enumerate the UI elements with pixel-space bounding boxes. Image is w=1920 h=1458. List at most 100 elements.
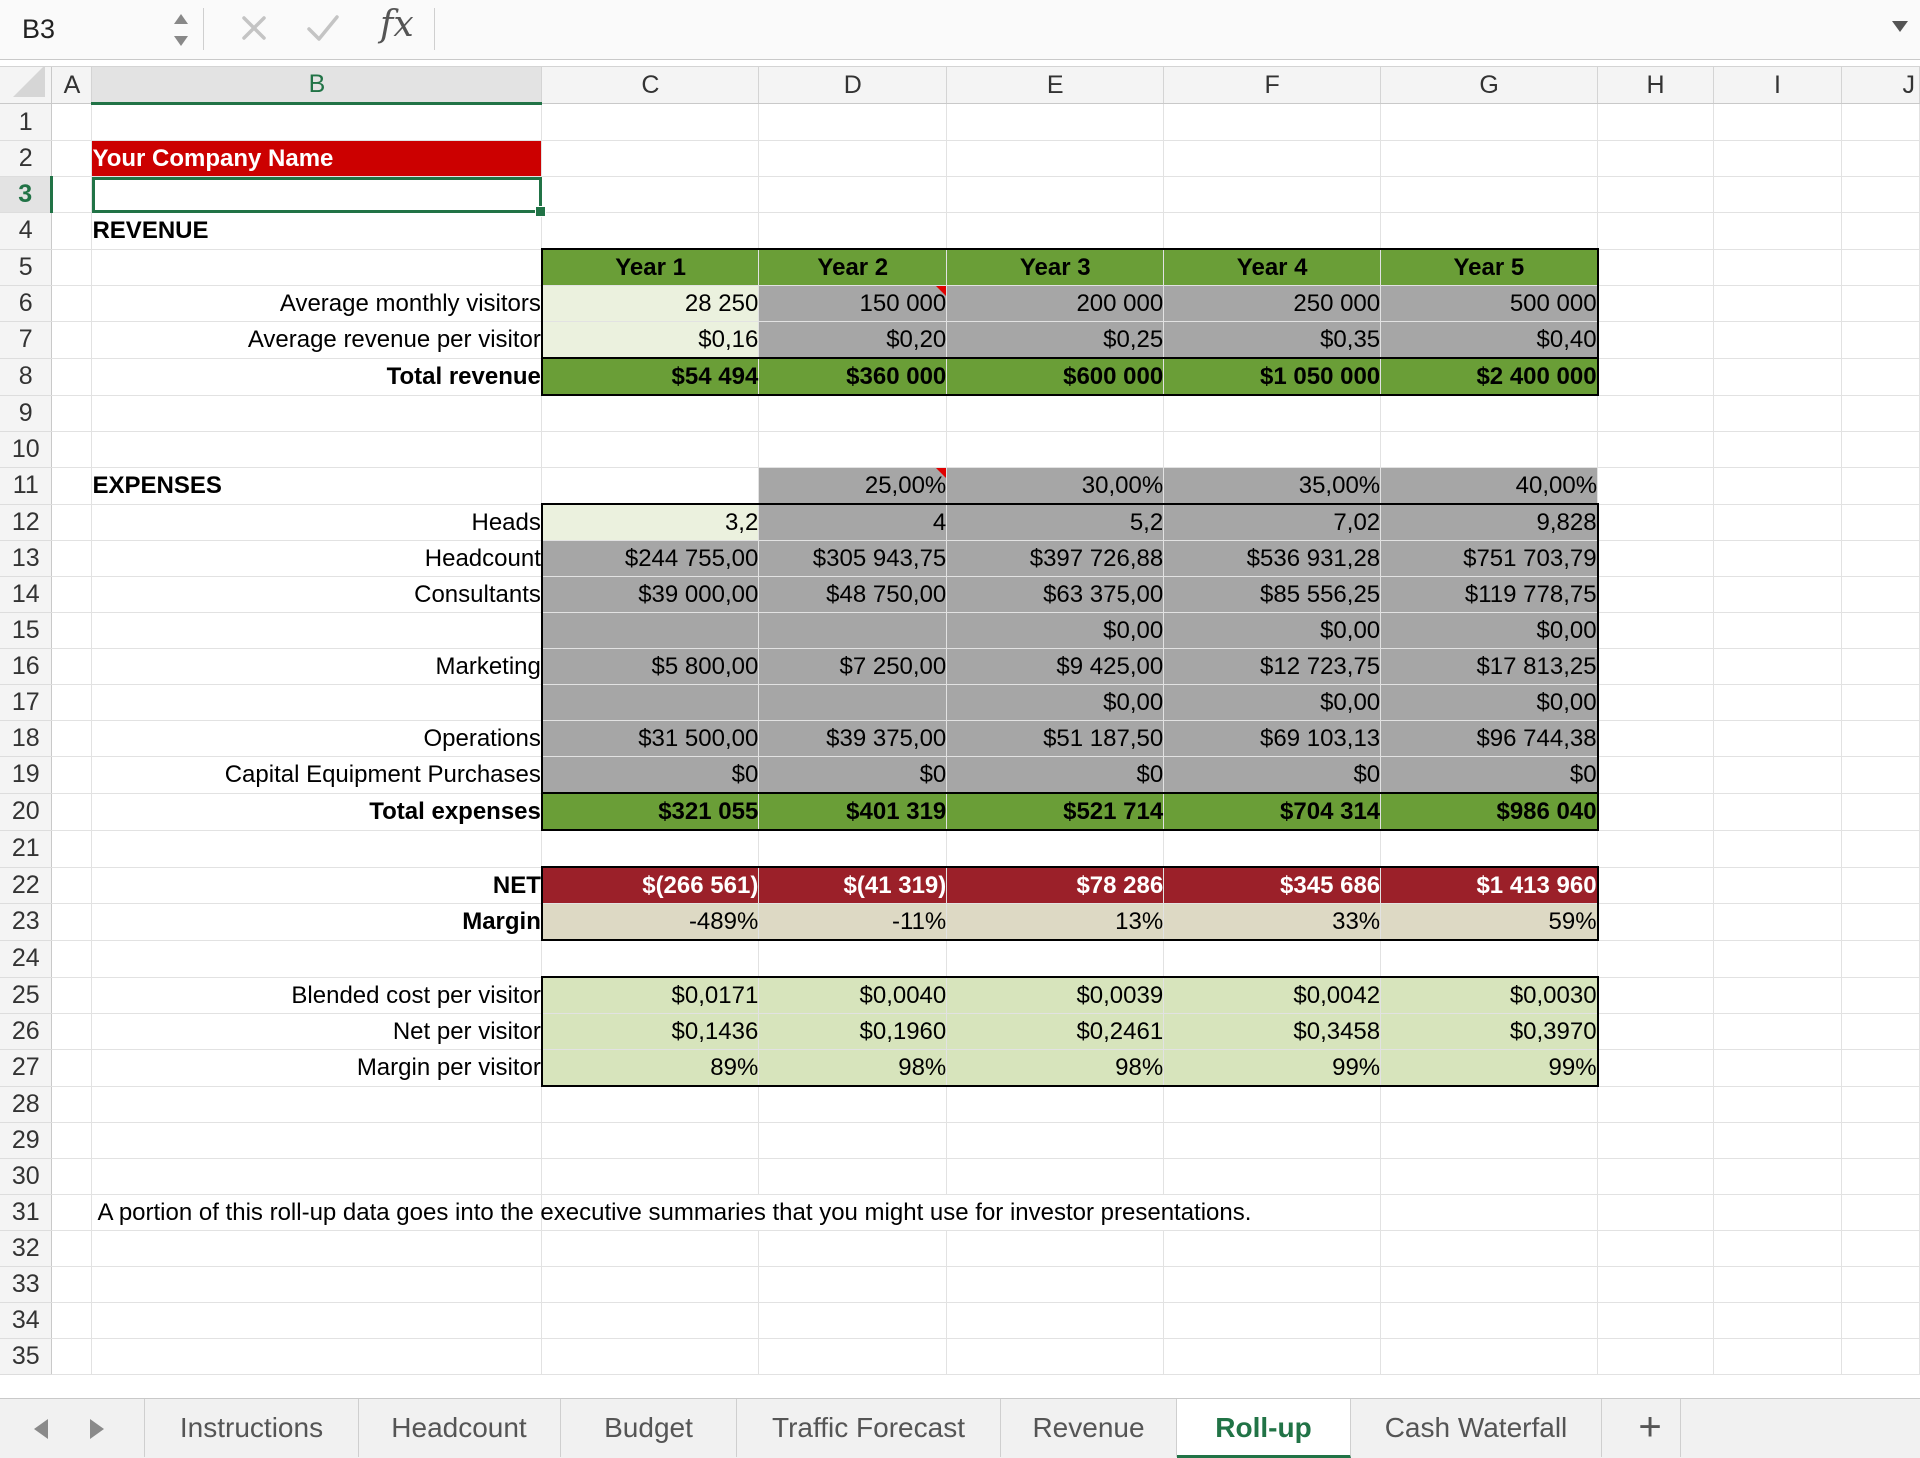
tab-instructions[interactable]: Instructions: [144, 1399, 359, 1457]
value-cell[interactable]: $39 375,00: [758, 720, 948, 757]
cell[interactable]: [51, 1194, 93, 1231]
cell[interactable]: [1380, 431, 1599, 468]
cell[interactable]: [1713, 285, 1842, 322]
cell[interactable]: [1163, 1302, 1382, 1339]
value-cell[interactable]: 98%: [946, 1049, 1165, 1087]
cell[interactable]: [758, 1122, 948, 1159]
cell[interactable]: [1841, 684, 1920, 721]
cell[interactable]: [1713, 249, 1842, 286]
cell[interactable]: [1713, 720, 1842, 757]
value-cell[interactable]: [758, 684, 948, 721]
cell[interactable]: [1841, 285, 1920, 322]
cell[interactable]: [1841, 540, 1920, 577]
scroll-tabs-left-icon[interactable]: [30, 1417, 52, 1441]
cell[interactable]: [1841, 504, 1920, 541]
cell[interactable]: [51, 756, 93, 794]
cell[interactable]: [1841, 1302, 1920, 1339]
chevron-down-icon[interactable]: [1890, 16, 1910, 36]
cell[interactable]: [1597, 720, 1715, 757]
cell[interactable]: [1713, 576, 1842, 613]
value-cell[interactable]: 89%: [540, 1049, 760, 1087]
row-header[interactable]: 32: [0, 1230, 53, 1267]
cell[interactable]: [1841, 867, 1920, 904]
cell[interactable]: [541, 1122, 760, 1159]
cell[interactable]: [1597, 1230, 1715, 1267]
cell[interactable]: [51, 249, 93, 286]
cell[interactable]: [1163, 395, 1382, 432]
cell[interactable]: [1380, 395, 1599, 432]
value-cell[interactable]: $0,2461: [946, 1013, 1165, 1050]
row-header[interactable]: 26: [0, 1013, 53, 1050]
cell[interactable]: [758, 431, 948, 468]
cell[interactable]: [1841, 1230, 1920, 1267]
cell[interactable]: [51, 867, 93, 904]
cell[interactable]: [541, 1266, 760, 1303]
total-cell[interactable]: $2 400 000: [1380, 357, 1599, 396]
growth-cell[interactable]: 35,00%: [1163, 467, 1382, 505]
growth-cell[interactable]: [541, 467, 760, 505]
cell[interactable]: [758, 212, 948, 250]
cell[interactable]: [541, 1086, 760, 1123]
cell[interactable]: [1841, 1338, 1920, 1375]
row-label[interactable]: Net per visitor: [91, 1013, 543, 1050]
value-cell[interactable]: $0,25: [946, 321, 1165, 359]
cell[interactable]: [1841, 176, 1920, 213]
cell[interactable]: [1713, 977, 1842, 1014]
cell[interactable]: [1163, 1158, 1382, 1195]
value-cell[interactable]: $0: [1380, 756, 1599, 794]
value-cell[interactable]: $17 813,25: [1380, 648, 1599, 685]
cell[interactable]: [1713, 540, 1842, 577]
cell[interactable]: [91, 940, 543, 978]
cell[interactable]: [1380, 1122, 1599, 1159]
cell[interactable]: [946, 176, 1165, 213]
cell[interactable]: [51, 793, 93, 831]
cell[interactable]: [1597, 395, 1715, 432]
cell[interactable]: [1713, 1266, 1842, 1303]
total-cell[interactable]: $521 714: [946, 792, 1165, 831]
cell[interactable]: [1380, 176, 1599, 213]
cell[interactable]: [1841, 576, 1920, 613]
cell[interactable]: [51, 648, 93, 685]
row-header[interactable]: 16: [0, 648, 53, 685]
column-header[interactable]: E: [946, 67, 1165, 104]
cell[interactable]: [1163, 431, 1382, 468]
cell[interactable]: [541, 395, 760, 432]
cell[interactable]: [1597, 830, 1715, 868]
sheet-grid[interactable]: A B C D E F G H I J 1 2 Your Company Nam…: [0, 67, 1920, 1398]
tab-traffic-forecast[interactable]: Traffic Forecast: [737, 1399, 1001, 1457]
growth-cell[interactable]: 40,00%: [1380, 467, 1599, 505]
value-cell[interactable]: $0,00: [946, 684, 1165, 721]
cell[interactable]: [51, 140, 93, 177]
cell[interactable]: [1841, 648, 1920, 685]
cell[interactable]: [1597, 576, 1715, 613]
row-header[interactable]: 1: [0, 103, 53, 141]
value-cell[interactable]: $397 726,88: [946, 540, 1165, 577]
margin-cell[interactable]: -489%: [540, 903, 760, 941]
value-cell[interactable]: $63 375,00: [946, 576, 1165, 613]
value-cell[interactable]: $119 778,75: [1380, 576, 1599, 613]
cell[interactable]: [1841, 395, 1920, 432]
tab-roll-up[interactable]: Roll-up: [1177, 1399, 1351, 1458]
cell[interactable]: [541, 1338, 760, 1375]
row-label[interactable]: Margin: [91, 903, 543, 941]
value-cell[interactable]: 150 000: [758, 285, 948, 322]
cell[interactable]: [91, 1338, 543, 1375]
value-cell[interactable]: 4: [758, 503, 948, 541]
cell[interactable]: [1841, 830, 1920, 868]
row-label[interactable]: Blended cost per visitor: [91, 977, 543, 1014]
cell[interactable]: [758, 1086, 948, 1123]
cell[interactable]: [51, 540, 93, 577]
cell[interactable]: [51, 720, 93, 757]
name-box-dropdown-icon[interactable]: [170, 4, 192, 54]
cell[interactable]: [1597, 103, 1715, 141]
cell[interactable]: [1841, 467, 1920, 505]
cell[interactable]: [91, 1230, 543, 1267]
cell[interactable]: [1713, 867, 1842, 904]
cell[interactable]: [758, 1266, 948, 1303]
cell[interactable]: [1163, 1266, 1382, 1303]
cell[interactable]: [541, 830, 760, 868]
value-cell[interactable]: 500 000: [1380, 285, 1599, 322]
cell[interactable]: [1597, 1302, 1715, 1339]
value-cell[interactable]: $0,40: [1380, 321, 1599, 359]
cell[interactable]: [1163, 140, 1382, 177]
